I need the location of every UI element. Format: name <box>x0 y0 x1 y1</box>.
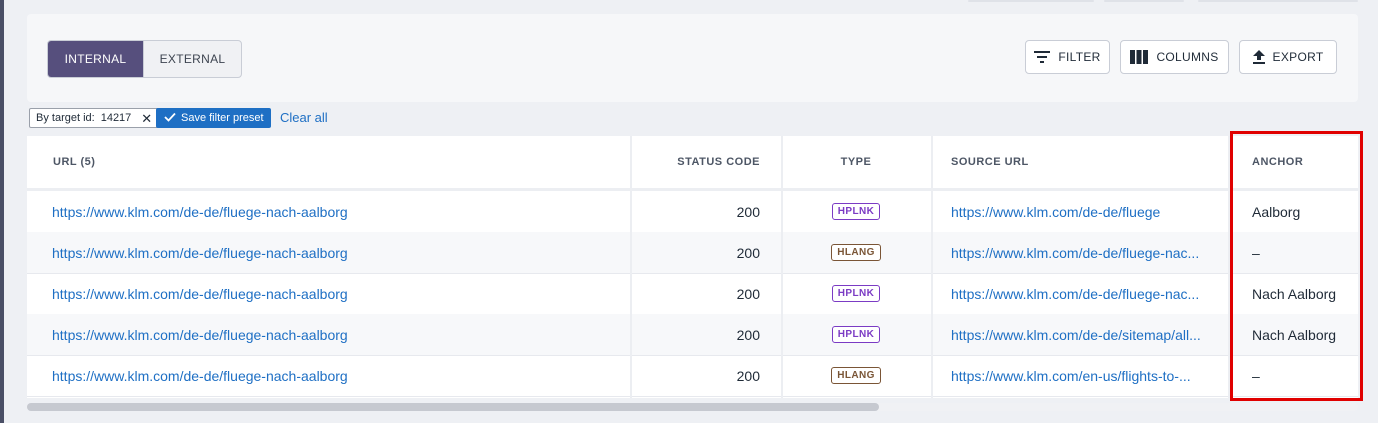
column-divider <box>1228 136 1230 398</box>
links-table: URL (5) STATUS CODE TYPE SOURCE URL ANCH… <box>27 136 1358 398</box>
column-header-anchor[interactable]: ANCHOR <box>1252 136 1303 188</box>
table-row[interactable]: https://www.klm.com/de-de/fluege-nach-aa… <box>27 273 1358 315</box>
source-url-link[interactable]: https://www.klm.com/de-de/fluege <box>951 191 1221 232</box>
source-url-link[interactable]: https://www.klm.com/de-de/fluege-nac... <box>951 273 1221 314</box>
anchor-text: – <box>1252 367 1260 384</box>
column-divider <box>781 136 783 398</box>
columns-icon <box>1130 50 1149 64</box>
column-header-source-url[interactable]: SOURCE URL <box>951 136 1029 188</box>
filter-icon <box>1034 51 1051 63</box>
status-code: 200 <box>736 203 760 220</box>
filter-chip-value: 14217 <box>100 112 132 124</box>
column-divider <box>630 136 632 398</box>
source-url-link[interactable]: https://www.klm.com/de-de/sitemap/all... <box>951 314 1221 355</box>
url-link[interactable]: https://www.klm.com/de-de/fluege-nach-aa… <box>52 314 612 355</box>
source-url-link[interactable]: https://www.klm.com/en-us/flights-to-... <box>951 355 1221 396</box>
table-row[interactable]: https://www.klm.com/de-de/fluege-nach-aa… <box>27 355 1358 397</box>
url-link[interactable]: https://www.klm.com/de-de/fluege-nach-aa… <box>52 191 612 232</box>
anchor-text: – <box>1252 244 1260 261</box>
save-filter-preset-button[interactable]: Save filter preset <box>156 108 271 128</box>
status-code: 200 <box>736 326 760 343</box>
clear-all-link[interactable]: Clear all <box>280 110 328 125</box>
tab-external[interactable]: EXTERNAL <box>143 41 241 77</box>
export-button[interactable]: EXPORT <box>1239 40 1337 74</box>
table-header: URL (5) STATUS CODE TYPE SOURCE URL ANCH… <box>27 136 1358 191</box>
column-divider <box>931 136 933 398</box>
url-link[interactable]: https://www.klm.com/de-de/fluege-nach-aa… <box>52 232 612 273</box>
type-badge: HPLNK <box>831 285 881 302</box>
scrollbar-thumb[interactable] <box>27 403 879 411</box>
status-code: 200 <box>736 285 760 302</box>
tab-internal[interactable]: INTERNAL <box>48 41 143 77</box>
left-edge <box>0 0 4 423</box>
filter-chip-target-id: By target id: 14217 ✕ <box>29 108 160 128</box>
status-code: 200 <box>736 367 760 384</box>
filter-button[interactable]: FILTER <box>1025 40 1110 74</box>
top-stub <box>968 0 1094 2</box>
link-type-toggle: INTERNAL EXTERNAL <box>47 40 242 78</box>
columns-button[interactable]: COLUMNS <box>1120 40 1229 74</box>
type-badge: HLANG <box>831 244 881 261</box>
columns-label: COLUMNS <box>1156 50 1219 64</box>
top-stub <box>1104 0 1184 2</box>
column-header-status-code[interactable]: STATUS CODE <box>631 136 760 188</box>
anchor-text: Nach Aalborg <box>1252 326 1337 343</box>
filter-chip-label: By target id: <box>36 112 95 124</box>
table-row[interactable]: https://www.klm.com/de-de/fluege-nach-aa… <box>27 314 1358 356</box>
url-link[interactable]: https://www.klm.com/de-de/fluege-nach-aa… <box>52 355 612 396</box>
status-code: 200 <box>736 244 760 261</box>
check-icon <box>164 112 176 125</box>
filter-label: FILTER <box>1058 50 1101 64</box>
type-badge: HPLNK <box>831 326 881 343</box>
anchor-text: Nach Aalborg <box>1252 285 1337 302</box>
close-icon[interactable]: ✕ <box>141 112 152 125</box>
export-label: EXPORT <box>1272 50 1324 64</box>
source-url-link[interactable]: https://www.klm.com/de-de/fluege-nac... <box>951 232 1221 273</box>
table-row[interactable]: https://www.klm.com/de-de/fluege-nach-aa… <box>27 191 1358 233</box>
table-row[interactable]: https://www.klm.com/de-de/fluege-nach-aa… <box>27 232 1358 274</box>
anchor-text: Aalborg <box>1252 203 1301 220</box>
type-badge: HPLNK <box>831 203 881 220</box>
column-header-type[interactable]: TYPE <box>782 136 930 188</box>
url-link[interactable]: https://www.klm.com/de-de/fluege-nach-aa… <box>52 273 612 314</box>
top-stub <box>1198 0 1358 2</box>
save-filter-preset-label: Save filter preset <box>181 112 264 124</box>
type-badge: HLANG <box>831 367 881 384</box>
export-icon <box>1252 50 1265 64</box>
column-header-url[interactable]: URL (5) <box>53 136 95 188</box>
